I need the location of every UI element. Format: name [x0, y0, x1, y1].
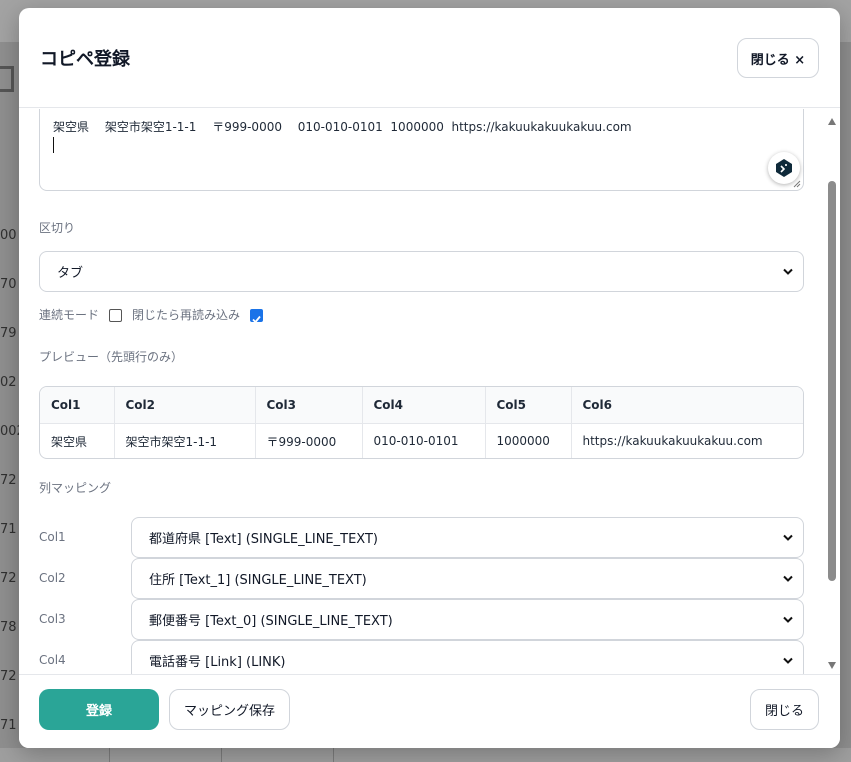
- mapping-select-col2[interactable]: 住所 [Text_1] (SINGLE_LINE_TEXT): [131, 558, 804, 599]
- close-top-button[interactable]: 閉じる ×: [737, 38, 819, 78]
- register-button[interactable]: 登録: [39, 689, 159, 730]
- preview-table: Col1 Col2 Col3 Col4 Col5 Col6 架空県 架空市架空1…: [39, 386, 804, 459]
- preview-header-cell: Col6: [571, 387, 803, 424]
- chevron-down-icon: [783, 534, 793, 541]
- preview-header-cell: Col4: [362, 387, 486, 424]
- modal-footer: 登録 マッピング保存 閉じる: [19, 674, 840, 748]
- preview-cell: 1000000: [485, 423, 572, 458]
- mapping-select-value: 都道府県 [Text] (SINGLE_LINE_TEXT): [149, 532, 378, 547]
- chevron-down-icon: [783, 268, 793, 275]
- reload-on-close-label: 閉じたら再読み込み: [132, 308, 241, 322]
- mapping-select-value: 郵便番号 [Text_0] (SINGLE_LINE_TEXT): [149, 614, 393, 629]
- paste-textarea[interactable]: 架空県 架空市架空1-1-1 〒999-0000 010-010-0101 10…: [39, 109, 804, 191]
- mapping-select-value: 電話番号 [Link] (LINK): [149, 655, 286, 670]
- preview-header-cell: Col5: [485, 387, 572, 424]
- background-bottom-bar: [0, 748, 851, 762]
- save-mapping-button[interactable]: マッピング保存: [169, 689, 290, 730]
- mapping-col-label: Col2: [39, 571, 66, 585]
- mapping-col-label: Col3: [39, 612, 66, 626]
- scroll-up-icon[interactable]: [828, 118, 836, 125]
- preview-header-row: Col1 Col2 Col3 Col4 Col5 Col6: [40, 387, 803, 424]
- delimiter-select-value: タブ: [57, 266, 84, 281]
- mapping-select-col4[interactable]: 電話番号 [Link] (LINK): [131, 640, 804, 674]
- mapping-select-value: 住所 [Text_1] (SINGLE_LINE_TEXT): [149, 573, 367, 588]
- mapping-select-col1[interactable]: 都道府県 [Text] (SINGLE_LINE_TEXT): [131, 517, 804, 558]
- delimiter-select[interactable]: タブ: [39, 251, 804, 292]
- continuous-mode-checkbox[interactable]: [109, 309, 122, 322]
- scroll-down-icon[interactable]: [828, 662, 836, 669]
- mapping-col-label: Col1: [39, 530, 66, 544]
- preview-header-cell: Col2: [114, 387, 256, 424]
- preview-label: プレビュー（先頭行のみ）: [39, 350, 184, 364]
- preview-cell: 架空県: [40, 423, 115, 458]
- continuous-mode-label: 連続モード: [39, 308, 100, 322]
- preview-cell: 010-010-0101: [362, 423, 486, 458]
- mapping-select-col3[interactable]: 郵便番号 [Text_0] (SINGLE_LINE_TEXT): [131, 599, 804, 640]
- preview-header-cell: Col3: [255, 387, 363, 424]
- paste-textarea-text: 架空県 架空市架空1-1-1 〒999-0000 010-010-0101 10…: [53, 120, 632, 134]
- text-caret: [53, 137, 54, 153]
- modal-body: 架空県 架空市架空1-1-1 〒999-0000 010-010-0101 10…: [19, 109, 840, 674]
- chevron-down-icon: [783, 657, 793, 664]
- modal-header: コピペ登録 閉じる ×: [19, 8, 840, 108]
- reload-on-close-checkbox[interactable]: [250, 309, 263, 324]
- modal-scrollbar[interactable]: [825, 109, 840, 674]
- delimiter-label: 区切り: [39, 221, 76, 235]
- mapping-col-label: Col4: [39, 653, 66, 667]
- paste-register-modal: コピペ登録 閉じる × 架空県 架空市架空1-1-1 〒999-0000 010…: [19, 8, 840, 748]
- scrollbar-thumb[interactable]: [828, 181, 836, 581]
- preview-header-cell: Col1: [40, 387, 115, 424]
- preview-cell: 架空市架空1-1-1: [114, 423, 256, 458]
- checkmark-icon: [252, 315, 261, 324]
- background-icon: [0, 66, 14, 92]
- preview-cell: 〒999-0000: [255, 423, 363, 458]
- resize-grip-icon[interactable]: [793, 180, 801, 188]
- chevron-down-icon: [783, 616, 793, 623]
- close-button[interactable]: 閉じる: [750, 689, 819, 730]
- chevron-down-icon: [783, 575, 793, 582]
- preview-cell: https://kakuukakuukakuu.com: [582, 434, 763, 449]
- preview-row: 架空県 架空市架空1-1-1 〒999-0000 010-010-0101 10…: [40, 423, 803, 458]
- modal-title: コピペ登録: [40, 49, 130, 70]
- column-mapping-label: 列マッピング: [39, 481, 112, 495]
